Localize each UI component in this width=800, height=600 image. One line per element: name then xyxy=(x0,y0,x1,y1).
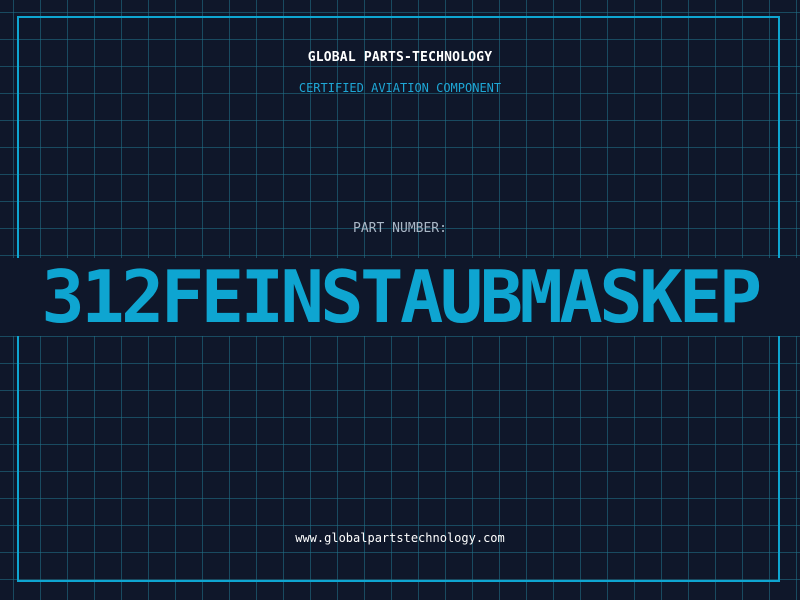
brand-title: GLOBAL PARTS-TECHNOLOGY xyxy=(307,50,493,65)
tagline: CERTIFIED AVIATION COMPONENT xyxy=(298,81,502,95)
part-number-band: 312FEINSTAUBMASKEP xyxy=(0,258,800,336)
website-url: www.globalpartstechnology.com xyxy=(295,531,505,545)
part-number-value: 312FEINSTAUBMASKEP xyxy=(41,258,762,336)
certificate-card: GLOBAL PARTS-TECHNOLOGY CERTIFIED AVIATI… xyxy=(0,0,800,600)
part-number-label: PART NUMBER: xyxy=(353,221,447,236)
